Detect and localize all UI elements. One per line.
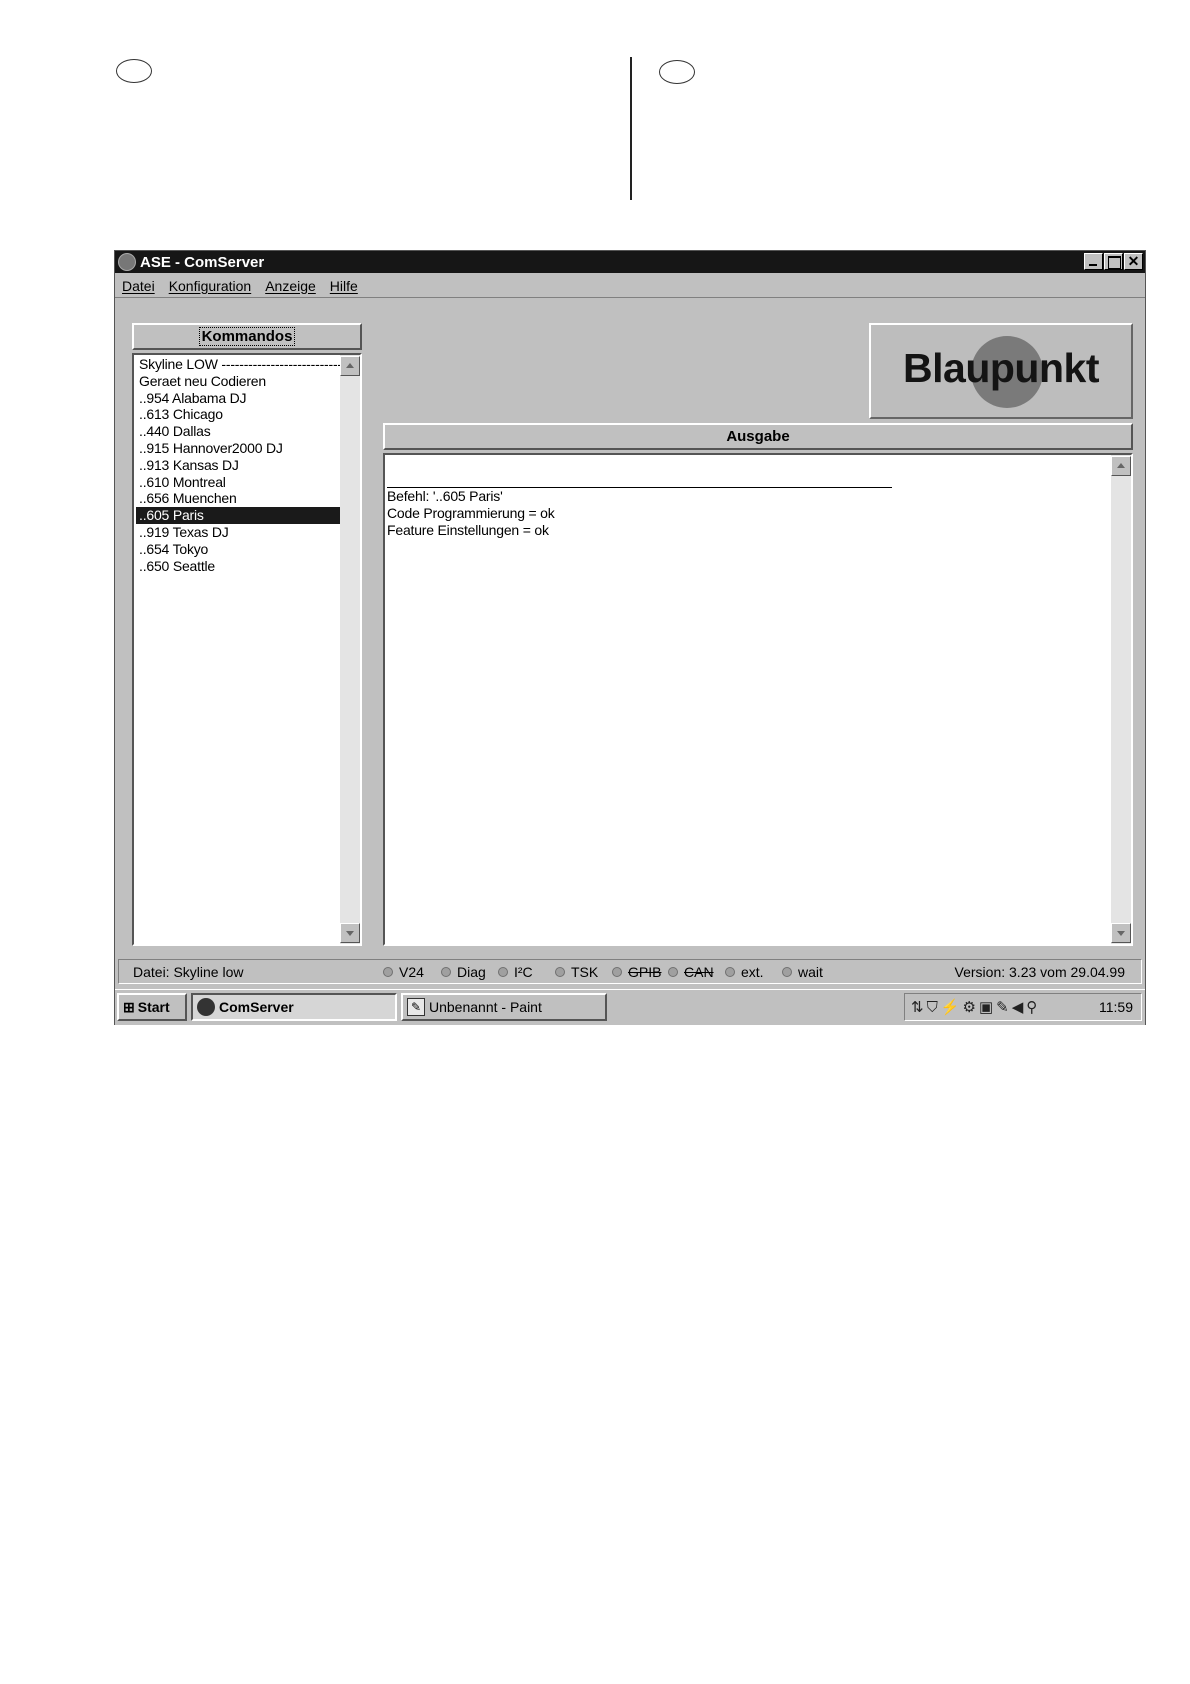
output-lines: Befehl: '..605 Paris' Code Programmierun…: [387, 488, 555, 538]
indicator-diag: Diag: [441, 964, 486, 980]
scroll-up-icon[interactable]: [340, 356, 360, 376]
comserver-icon: [197, 998, 215, 1016]
list-item[interactable]: ..654 Tokyo: [136, 541, 340, 558]
output-line: Befehl: '..605 Paris': [387, 488, 503, 504]
list-item[interactable]: ..440 Dallas: [136, 423, 340, 440]
output-area[interactable]: Befehl: '..605 Paris' Code Programmierun…: [383, 453, 1133, 946]
indicator-tsk: TSK: [555, 964, 598, 980]
task-comserver[interactable]: ComServer: [191, 993, 397, 1021]
column-divider: [630, 57, 632, 200]
scroll-down-icon[interactable]: [340, 923, 360, 943]
menu-bar: Datei Konfiguration Anzeige Hilfe: [115, 274, 1145, 298]
tray-shield-icon[interactable]: ⛉: [927, 999, 938, 1016]
commands-scrollbar[interactable]: [340, 355, 360, 944]
indicator-wait: wait: [782, 964, 823, 980]
list-item[interactable]: ..915 Hannover2000 DJ: [136, 440, 340, 457]
led-icon: [383, 967, 393, 977]
led-icon: [441, 967, 451, 977]
tray-plug-icon[interactable]: ⚡: [941, 998, 960, 1016]
led-icon: [612, 967, 622, 977]
output-line: Code Programmierung = ok: [387, 504, 555, 521]
led-icon: [668, 967, 678, 977]
list-item[interactable]: ..919 Texas DJ: [136, 524, 340, 541]
menu-hilfe[interactable]: Hilfe: [330, 278, 358, 294]
led-icon: [498, 967, 508, 977]
windows-logo-icon: ⊞: [123, 998, 135, 1015]
list-item[interactable]: ..954 Alabama DJ: [136, 390, 340, 407]
menu-anzeige[interactable]: Anzeige: [265, 278, 316, 294]
led-icon: [782, 967, 792, 977]
menu-datei[interactable]: Datei: [122, 278, 155, 294]
indicator-v24: V24: [383, 964, 424, 980]
window-controls: ✕: [1084, 253, 1143, 270]
list-item[interactable]: ..913 Kansas DJ: [136, 457, 340, 474]
status-version: Version: 3.23 vom 29.04.99: [954, 964, 1125, 980]
tray-monitor-icon[interactable]: ▣: [979, 998, 993, 1016]
tray-search-icon[interactable]: ⚲: [1026, 998, 1037, 1016]
led-icon: [725, 967, 735, 977]
task-paint[interactable]: ✎ Unbenannt - Paint: [401, 993, 607, 1021]
close-button[interactable]: ✕: [1124, 253, 1143, 270]
commands-list-items: Skyline LOW ----------------------------…: [136, 356, 340, 574]
indicator-gpib: GPIB: [612, 964, 661, 980]
output-scrollbar[interactable]: [1111, 455, 1131, 944]
taskbar: ⊞ Start ComServer ✎ Unbenannt - Paint ⇅ …: [115, 989, 1145, 1025]
commands-header-label: Kommandos: [198, 327, 296, 346]
indicator-can: CAN: [668, 964, 714, 980]
system-tray: ⇅ ⛉ ⚡ ⚙ ▣ ✎ ◀ ⚲ 11:59: [904, 993, 1142, 1021]
tray-tool-icon[interactable]: ⚙: [963, 998, 976, 1016]
tray-network-icon[interactable]: ⇅: [911, 998, 924, 1016]
start-button[interactable]: ⊞ Start: [117, 993, 187, 1021]
title-bar[interactable]: ASE - ComServer ✕: [115, 251, 1145, 273]
output-line: Feature Einstellungen = ok: [387, 521, 549, 538]
list-item-selected[interactable]: ..605 Paris: [136, 507, 340, 524]
output-header[interactable]: Ausgabe: [383, 423, 1133, 450]
commands-header-button[interactable]: Kommandos: [132, 323, 362, 350]
scroll-down-icon[interactable]: [1111, 923, 1131, 943]
list-item[interactable]: ..650 Seattle: [136, 558, 340, 575]
language-marker-right: [659, 60, 695, 84]
maximize-button[interactable]: [1104, 253, 1123, 270]
status-file: Datei: Skyline low: [133, 964, 244, 980]
language-marker-left: [116, 59, 152, 83]
tray-speaker-icon[interactable]: ◀: [1012, 998, 1024, 1016]
list-item[interactable]: ..613 Chicago: [136, 406, 340, 423]
scroll-up-icon[interactable]: [1111, 456, 1131, 476]
indicator-ext: ext.: [725, 964, 764, 980]
minimize-button[interactable]: [1084, 253, 1103, 270]
indicator-i2c: I²C: [498, 964, 533, 980]
list-item[interactable]: ..656 Muenchen: [136, 490, 340, 507]
blaupunkt-logo: Blaupunkt: [869, 323, 1133, 419]
app-icon[interactable]: [118, 253, 136, 271]
list-item[interactable]: Skyline LOW ----------------------------…: [136, 356, 340, 373]
list-item[interactable]: Geraet neu Codieren: [136, 373, 340, 390]
logo-text: Blaupunkt: [903, 345, 1099, 391]
window-title: ASE - ComServer: [140, 253, 265, 271]
led-icon: [555, 967, 565, 977]
comserver-window: ASE - ComServer ✕ Datei Konfiguration An…: [114, 250, 1146, 1025]
status-bar: Datei: Skyline low V24 Diag I²C TSK GPIB…: [118, 959, 1142, 984]
menu-konfiguration[interactable]: Konfiguration: [169, 278, 252, 294]
commands-list[interactable]: Skyline LOW ----------------------------…: [132, 353, 362, 946]
tray-pen-icon[interactable]: ✎: [996, 998, 1009, 1016]
paint-icon: ✎: [407, 998, 425, 1016]
list-item[interactable]: ..610 Montreal: [136, 474, 340, 491]
clock[interactable]: 11:59: [1099, 999, 1133, 1015]
